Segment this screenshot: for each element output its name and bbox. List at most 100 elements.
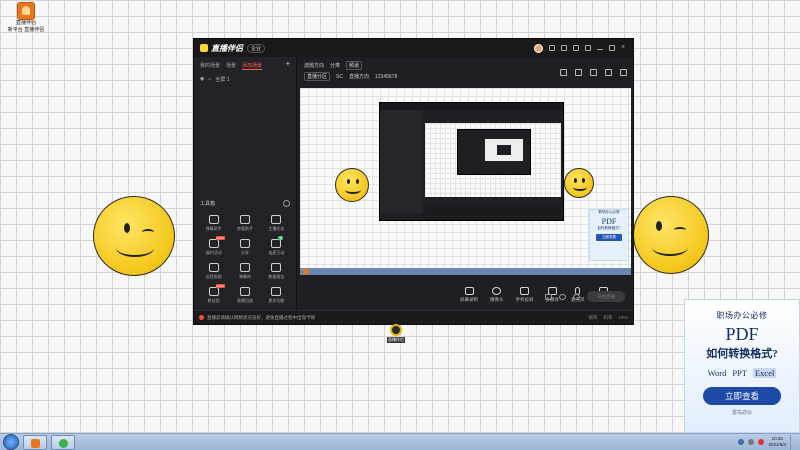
mini-promo-button: 立即查看 <box>596 234 622 241</box>
show-desktop-button[interactable] <box>790 434 794 450</box>
tool-welfare[interactable]: NEW 福利活动 <box>198 236 229 256</box>
mini-promo-sub: 如何转换格式? <box>597 226 621 230</box>
tool-replay[interactable]: 直播回放 <box>229 287 260 304</box>
maximize-icon[interactable] <box>609 45 615 51</box>
tool-data-report[interactable]: 数据报告 <box>261 263 292 280</box>
browser-icon <box>59 438 68 448</box>
bell-icon[interactable] <box>605 69 612 76</box>
promo-view-button[interactable]: 立即查看 <box>703 387 781 405</box>
cpu-readout: CPU <box>618 314 628 320</box>
toolbox-more-icon[interactable] <box>283 200 290 207</box>
tool-more[interactable]: 更多功能 <box>261 287 292 304</box>
smiley-in-preview-right <box>564 168 594 198</box>
smiley-eye <box>347 179 350 184</box>
tab-add-scene[interactable]: 添加场景 <box>242 62 263 70</box>
system-tray: 10:33 2021/6/4 <box>738 434 800 450</box>
tool-icon <box>208 287 219 296</box>
tool-danmaku-library[interactable]: 弹幕库 <box>229 263 260 280</box>
close-icon[interactable]: × <box>621 44 627 51</box>
live-companion-icon <box>31 438 40 448</box>
smiley-mouth <box>116 239 154 257</box>
desktop-icon-live-companion[interactable]: 直播伴侣 新平台 直播伴侣 <box>4 2 48 34</box>
title-bar[interactable]: 直播伴侣 企业 × <box>194 39 633 57</box>
lock-icon[interactable]: ⌂ <box>208 76 211 83</box>
preview-taskbar <box>300 268 631 275</box>
status-notice: 直播前请确认网络状况良好，避免直播过程中出现卡顿 <box>207 314 315 320</box>
smiley-mouth <box>573 184 587 191</box>
tool-danmaku-helper[interactable]: 弹幕助手 <box>198 215 229 232</box>
desktop-icon-label: 直播伴侣 <box>15 20 36 26</box>
promo-footer: 雷鸟办公 <box>731 410 752 416</box>
eye-icon[interactable]: ◉ <box>200 76 204 83</box>
gift-icon[interactable] <box>590 69 597 76</box>
app-title: 直播伴侣 <box>211 43 243 53</box>
toolbox-title: 工具箱 <box>200 201 216 207</box>
tray-network-icon[interactable] <box>738 439 745 445</box>
version-badge[interactable]: 企业 <box>247 43 266 53</box>
format-ppt: PPT <box>732 368 747 378</box>
zone-pill[interactable]: 直播分区 <box>304 72 331 81</box>
smiley-wink <box>674 227 686 233</box>
tray-app-icon[interactable] <box>758 439 765 445</box>
tool-share[interactable]: 分享 <box>229 239 260 256</box>
phone-projection-button[interactable]: 手机投屏 <box>516 287 534 303</box>
message-icon[interactable] <box>561 45 567 51</box>
taskbar-app-live-companion[interactable] <box>23 434 47 450</box>
smiley-eye <box>124 223 130 233</box>
live-preview-canvas[interactable]: 职场办公必修 PDF 如何转换格式? 立即查看 <box>300 88 631 275</box>
tool-co-host[interactable]: 新连麦互动 <box>261 236 292 256</box>
clock-icon[interactable] <box>559 293 566 300</box>
clock-date: 2021/6/4 <box>768 442 786 447</box>
smiley-wink <box>142 229 154 235</box>
smiley-mouth <box>652 239 688 256</box>
minimize-icon[interactable] <box>597 49 603 50</box>
pdf-promo-popup[interactable]: 职场办公必修 PDF 如何转换格式? Word PPT Excel 立即查看 雷… <box>684 299 800 433</box>
tool-tag: NEW <box>215 284 225 288</box>
smiley-eye <box>582 178 585 183</box>
tool-icon <box>239 239 250 248</box>
mini-promo-top: 职场办公必修 <box>598 210 620 214</box>
live-companion-icon <box>17 2 35 20</box>
tray-volume-icon[interactable] <box>748 439 755 445</box>
settings-icon[interactable] <box>549 45 555 51</box>
promo-formats: Word PPT Excel <box>685 368 799 378</box>
menu-icon[interactable] <box>585 45 591 51</box>
share-icon[interactable] <box>620 69 627 76</box>
phone-icon <box>520 287 529 295</box>
desktop-icon-floating[interactable]: 直播伴侣 <box>387 324 405 343</box>
layout-icon[interactable] <box>560 69 567 76</box>
start-button[interactable] <box>3 434 19 450</box>
stream-category[interactable]: 分类 <box>330 62 340 69</box>
go-live-button[interactable]: 开始直播 <box>587 291 625 302</box>
tab-scenes[interactable]: 场景 <box>226 62 236 70</box>
tool-icon <box>271 215 282 224</box>
stream-info-bar: 选题方向 分类 频道 直播分区 SC 直播方向 12345678 <box>298 57 633 87</box>
floating-icon-label: 直播伴侣 <box>387 337 405 343</box>
scene-item[interactable]: ◉ ⌂ 全屏 1 <box>194 73 296 86</box>
channel-pill[interactable]: 频道 <box>346 61 363 70</box>
taskbar-app-browser[interactable] <box>51 434 75 450</box>
screen-share-button[interactable]: 屏幕录制 <box>460 287 478 303</box>
gear-icon[interactable] <box>573 293 580 300</box>
camera-button[interactable]: 摄像头 <box>490 287 504 303</box>
add-scene-icon[interactable]: + <box>286 61 290 70</box>
tray-clock[interactable]: 10:33 2021/6/4 <box>768 436 786 448</box>
scene-panel: 我的场景 场景 添加场景 + ◉ ⌂ 全屏 1 工具箱 弹幕助手 房管助手 主播… <box>194 57 297 310</box>
tool-icon <box>239 215 250 224</box>
tool-icon <box>208 263 219 272</box>
user-avatar[interactable] <box>534 43 543 53</box>
lock-icon[interactable] <box>575 69 582 76</box>
direction-label: 直播方向 <box>348 74 369 80</box>
tool-fan-club[interactable]: NEW 粉丝团 <box>198 284 229 304</box>
smiley-in-preview <box>335 168 369 202</box>
tool-remote-assist[interactable]: 远程协助 <box>198 263 229 280</box>
tool-room-admin[interactable]: 房管助手 <box>229 215 260 232</box>
tool-tag: NEW <box>215 236 225 240</box>
stream-title[interactable]: 选题方向 <box>304 62 324 69</box>
tool-anchor-task[interactable]: 主播任务 <box>261 215 292 232</box>
skin-icon[interactable] <box>573 45 579 51</box>
tool-icon <box>271 263 282 272</box>
tab-my-scenes[interactable]: 我的场景 <box>200 62 220 70</box>
record-icon[interactable] <box>545 293 552 300</box>
zone-value: SC <box>336 73 343 80</box>
